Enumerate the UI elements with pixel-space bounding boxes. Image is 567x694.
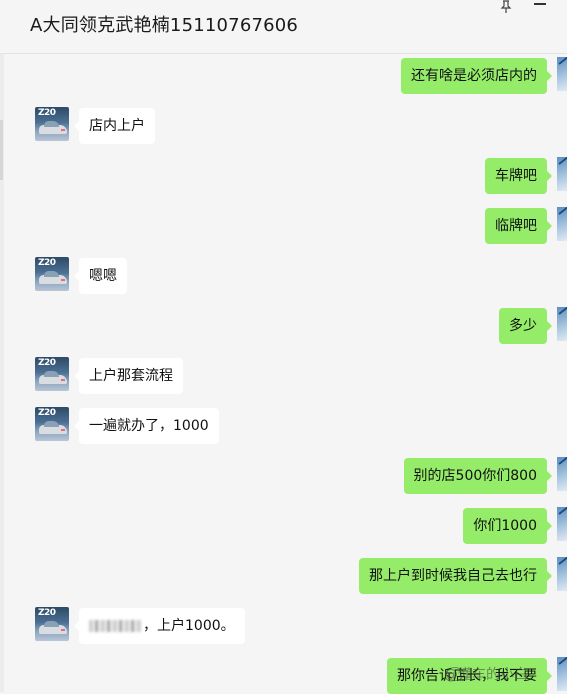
sent-message-bubble[interactable]: 那上户到时候我自己去也行 [359,558,552,594]
self-avatar[interactable] [557,507,567,541]
message-text: 多少 [509,318,537,334]
received-message-bubble[interactable]: 嗯嗯 [74,258,127,294]
message-text: 上户那套流程 [89,368,173,384]
received-message-bubble[interactable]: 店内上户 [74,108,155,144]
sent-message-bubble[interactable]: 你们1000 [463,508,552,544]
contact-avatar[interactable]: Z20 [35,357,69,391]
sidebar-scroll-mark [0,120,3,180]
contact-avatar[interactable]: Z20 [35,407,69,441]
contact-avatar[interactable]: Z20 [35,607,69,641]
self-avatar[interactable] [557,457,567,491]
chat-title: A大同领克武艳楠15110767606 [30,15,299,36]
received-message-bubble[interactable]: ，上户1000。 [74,608,245,644]
car-light [61,629,65,631]
contact-avatar[interactable]: Z20 [35,107,69,141]
car-light [61,379,65,381]
contact-avatar[interactable]: Z20 [35,257,69,291]
watermark: @懂车的小白 [444,667,528,683]
message-text: 临牌吧 [495,218,537,234]
self-avatar[interactable] [557,307,567,341]
self-avatar[interactable] [557,657,567,691]
avatar-badge: Z20 [38,608,56,618]
message-text: 店内上户 [89,118,145,134]
self-avatar[interactable] [557,157,567,191]
self-avatar[interactable] [557,207,567,241]
car-light [61,429,65,431]
self-avatar[interactable] [557,57,567,91]
redacted-text [89,620,141,632]
pin-icon[interactable] [499,0,513,14]
message-text: 嗯嗯 [89,268,117,284]
message-text: 车牌吧 [495,168,537,184]
sent-message-bubble[interactable]: 多少 [499,308,552,344]
message-text: ，上户1000。 [143,618,235,634]
minimize-icon[interactable] [534,3,546,5]
sent-message-bubble[interactable]: 车牌吧 [485,158,552,194]
message-text: 那上户到时候我自己去也行 [369,568,537,584]
received-message-bubble[interactable]: 一遍就办了，1000 [74,408,219,444]
message-text: 一遍就办了，1000 [89,418,209,434]
avatar-badge: Z20 [38,358,56,368]
car-light [61,129,65,131]
message-text: 你们1000 [473,518,537,534]
self-avatar[interactable] [557,557,567,591]
avatar-badge: Z20 [38,408,56,418]
received-message-bubble[interactable]: 上户那套流程 [74,358,183,394]
chat-title-bar: A大同领克武艳楠15110767606 [0,0,567,54]
message-text: 还有啥是必须店内的 [411,68,537,84]
sent-message-bubble[interactable]: 还有啥是必须店内的 [401,58,552,94]
car-light [61,279,65,281]
avatar-badge: Z20 [38,258,56,268]
sent-message-bubble[interactable]: 临牌吧 [485,208,552,244]
avatar-badge: Z20 [38,108,56,118]
sent-message-bubble[interactable]: 别的店500你们800 [403,458,553,494]
message-text: 别的店500你们800 [413,468,537,484]
